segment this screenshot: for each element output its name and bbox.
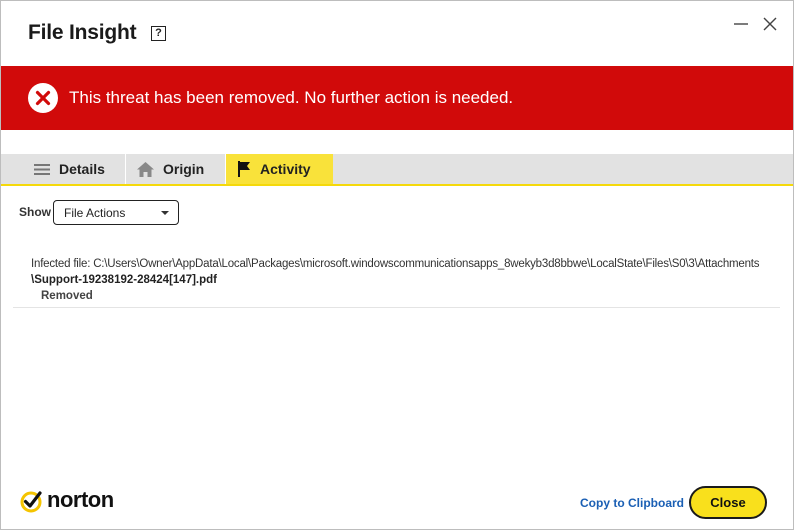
tab-origin-label: Origin xyxy=(163,161,205,177)
list-icon xyxy=(34,163,50,175)
entry-divider xyxy=(13,307,780,308)
error-x-icon xyxy=(28,83,58,113)
help-icon[interactable]: ? xyxy=(151,26,166,41)
file-insight-window: File Insight ? This threat has been remo… xyxy=(0,0,794,530)
entry-status: Removed xyxy=(41,290,93,302)
tab-origin[interactable]: Origin xyxy=(126,154,226,184)
home-icon xyxy=(137,161,154,177)
norton-logo-text: norton xyxy=(47,487,114,512)
banner-message: This threat has been removed. No further… xyxy=(69,88,514,107)
window-close-button[interactable] xyxy=(759,13,781,35)
show-filter-value: File Actions xyxy=(64,206,126,220)
tab-activity-label: Activity xyxy=(260,161,311,177)
tab-activity[interactable]: Activity xyxy=(226,154,333,184)
norton-logo: norton xyxy=(20,487,125,515)
close-icon xyxy=(763,17,777,31)
activity-entry: Infected file: C:\Users\Owner\AppData\Lo… xyxy=(31,256,781,304)
tab-details[interactable]: Details xyxy=(23,154,126,184)
flag-icon xyxy=(238,161,250,177)
tab-details-label: Details xyxy=(59,161,105,177)
minimize-button[interactable] xyxy=(730,13,752,35)
tab-bar: Details Origin Activity xyxy=(1,154,793,186)
norton-check-icon xyxy=(20,491,42,513)
window-title: File Insight xyxy=(28,21,137,44)
threat-removed-banner: This threat has been removed. No further… xyxy=(1,66,793,130)
infected-file-name: \Support-19238192-28424[147].pdf xyxy=(31,274,217,286)
infected-file-path: Infected file: C:\Users\Owner\AppData\Lo… xyxy=(31,258,760,270)
copy-to-clipboard-link[interactable]: Copy to Clipboard xyxy=(580,496,684,510)
show-label: Show xyxy=(19,205,51,219)
close-button[interactable]: Close xyxy=(689,486,767,519)
show-filter-select[interactable]: File Actions xyxy=(53,200,179,225)
minimize-icon xyxy=(734,23,748,25)
chevron-down-icon xyxy=(161,211,169,215)
